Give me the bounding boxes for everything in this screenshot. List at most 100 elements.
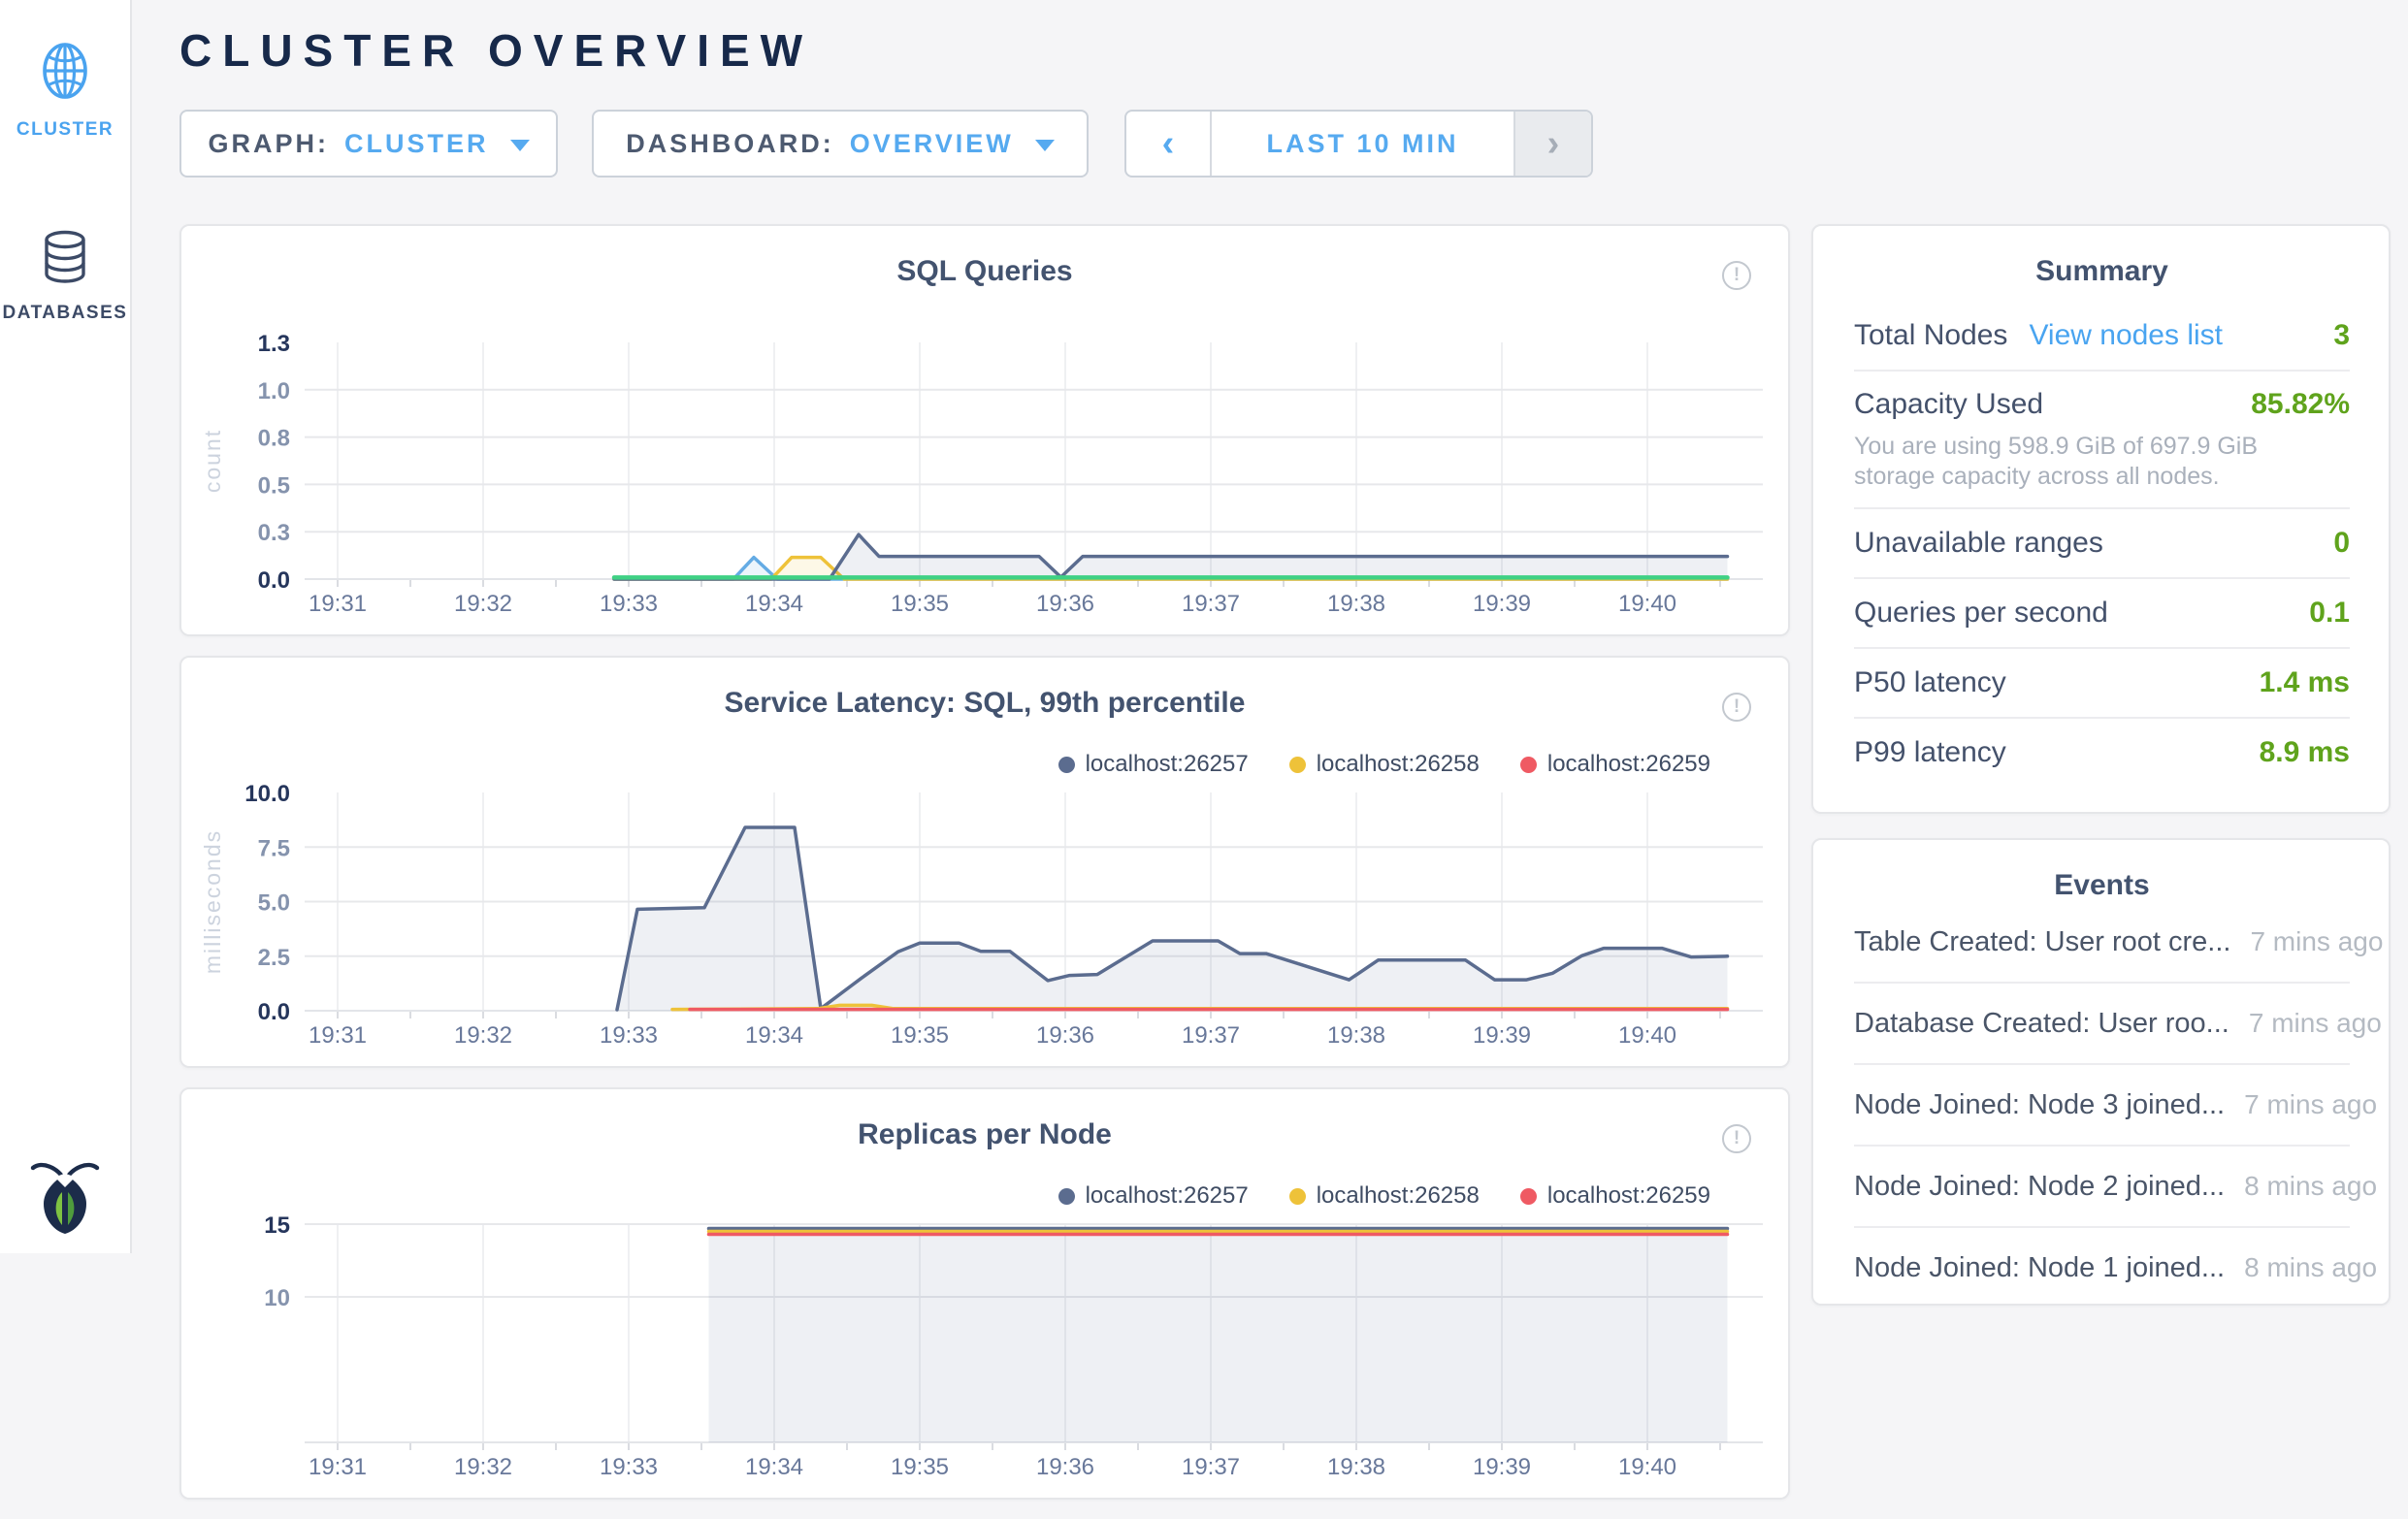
dashboard-dropdown-value: OVERVIEW	[850, 129, 1014, 159]
legend-label: localhost:26259	[1547, 751, 1710, 778]
svg-text:19:37: 19:37	[1182, 1454, 1240, 1480]
svg-text:19:34: 19:34	[745, 591, 803, 617]
svg-text:19:33: 19:33	[600, 1022, 658, 1049]
event-time: 8 mins ago	[2225, 1252, 2377, 1283]
summary-row-unavailable-ranges: Unavailable ranges 0	[1854, 509, 2350, 579]
legend-label: localhost:26258	[1317, 1182, 1480, 1210]
legend-item[interactable]: localhost:26257	[1058, 751, 1249, 778]
svg-text:15: 15	[264, 1212, 290, 1239]
event-text: Database Created: User roo...	[1854, 1008, 2229, 1040]
view-nodes-list-link[interactable]: View nodes list	[2029, 319, 2223, 352]
main-content: CLUSTER OVERVIEW GRAPH: CLUSTER DASHBOAR…	[132, 0, 2408, 1253]
legend-dot-icon	[1058, 757, 1075, 773]
event-row: Node Joined: Node 3 joined... 7 mins ago	[1854, 1065, 2350, 1147]
legend-item[interactable]: localhost:26259	[1520, 751, 1710, 778]
charts-column: 19:31 19:32 19:33 19:34 19:35 19:36 19:37 19:38…	[179, 224, 1790, 1519]
sidebar-item-label: CLUSTER	[16, 119, 114, 141]
svg-text:0.5: 0.5	[258, 472, 290, 499]
svg-text:19:35: 19:35	[891, 1454, 949, 1480]
service-latency-plot: 19:3119:3219:3319:3419:3519:3619:3719:38…	[181, 658, 1792, 1070]
svg-text:19:39: 19:39	[1473, 1022, 1531, 1049]
svg-text:19:31: 19:31	[309, 591, 367, 617]
legend-item[interactable]: localhost:26259	[1520, 1182, 1710, 1210]
svg-text:19:34: 19:34	[745, 1022, 803, 1049]
p99-latency-label: P99 latency	[1854, 736, 2006, 769]
summary-row-capacity: Capacity Used 85.82% You are using 598.9…	[1854, 372, 2350, 509]
svg-text:19:33: 19:33	[600, 1454, 658, 1480]
svg-text:19:37: 19:37	[1182, 1022, 1240, 1049]
dashboard-dropdown[interactable]: DASHBOARD: OVERVIEW	[592, 110, 1089, 178]
legend-dot-icon	[1289, 1188, 1306, 1205]
legend-item[interactable]: localhost:26258	[1289, 751, 1480, 778]
event-row: Database Created: User roo... 7 mins ago	[1854, 984, 2350, 1065]
sidebar: CLUSTER DATABASES	[0, 0, 132, 1253]
svg-text:10.0: 10.0	[244, 781, 290, 807]
svg-text:0.8: 0.8	[258, 426, 290, 452]
qps-value: 0.1	[2309, 597, 2350, 630]
capacity-label: Capacity Used	[1854, 388, 2043, 421]
svg-text:19:34: 19:34	[745, 1454, 803, 1480]
time-prev-button[interactable]: ‹	[1126, 112, 1212, 176]
total-nodes-value: 3	[2333, 319, 2350, 352]
svg-text:0.3: 0.3	[258, 520, 290, 546]
svg-text:19:36: 19:36	[1036, 1454, 1094, 1480]
events-title: Events	[1854, 840, 2350, 902]
event-time: 8 mins ago	[2225, 1171, 2377, 1202]
svg-text:19:32: 19:32	[454, 1022, 512, 1049]
svg-text:19:32: 19:32	[454, 591, 512, 617]
legend-dot-icon	[1520, 757, 1537, 773]
info-icon[interactable]: !	[1722, 1124, 1751, 1153]
sidebar-item-databases[interactable]: DATABASES	[3, 230, 128, 324]
p50-latency-label: P50 latency	[1854, 666, 2006, 699]
svg-text:19:35: 19:35	[891, 1022, 949, 1049]
summary-panel: Summary Total Nodes View nodes list 3 Ca…	[1811, 224, 2391, 814]
summary-row-p99: P99 latency 8.9 ms	[1854, 719, 2350, 787]
info-icon[interactable]: !	[1722, 693, 1751, 722]
svg-text:count: count	[200, 429, 225, 493]
graph-dropdown-value: CLUSTER	[344, 129, 489, 159]
legend-item[interactable]: localhost:26258	[1289, 1182, 1480, 1210]
database-icon	[42, 230, 88, 289]
capacity-description: You are using 598.9 GiB of 697.9 GiB sto…	[1854, 432, 2344, 492]
event-time: 7 mins ago	[2230, 926, 2383, 957]
sql-queries-plot: 19:3119:3219:3319:3419:3519:3619:3719:38…	[181, 226, 1792, 638]
graph-dropdown[interactable]: GRAPH: CLUSTER	[179, 110, 558, 178]
event-text: Node Joined: Node 2 joined...	[1854, 1171, 2225, 1203]
page-title: CLUSTER OVERVIEW	[179, 23, 2408, 78]
legend-label: localhost:26258	[1317, 751, 1480, 778]
events-panel: Events Table Created: User root cre... 7…	[1811, 838, 2391, 1306]
info-icon[interactable]: !	[1722, 261, 1751, 290]
graph-dropdown-label: GRAPH:	[209, 129, 330, 159]
legend-item[interactable]: localhost:26257	[1058, 1182, 1249, 1210]
chart-card-sql-queries: 19:3119:3219:3319:3419:3519:3619:3719:38…	[179, 224, 1790, 636]
capacity-value: 85.82%	[2251, 388, 2350, 421]
time-range-label[interactable]: LAST 10 MIN	[1212, 112, 1513, 176]
time-next-button[interactable]: ›	[1513, 112, 1591, 176]
event-text: Node Joined: Node 1 joined...	[1854, 1252, 2225, 1284]
p50-latency-value: 1.4 ms	[2260, 666, 2350, 699]
event-time: 7 mins ago	[2225, 1089, 2377, 1120]
sidebar-item-cluster[interactable]: CLUSTER	[16, 41, 114, 141]
svg-text:19:38: 19:38	[1327, 1022, 1385, 1049]
svg-text:10: 10	[264, 1285, 290, 1311]
app-root: CLUSTER DATABASES	[0, 0, 2408, 1253]
legend-dot-icon	[1058, 1188, 1075, 1205]
summary-row-total-nodes: Total Nodes View nodes list 3	[1854, 302, 2350, 372]
summary-row-p50: P50 latency 1.4 ms	[1854, 649, 2350, 719]
legend-label: localhost:26257	[1086, 1182, 1249, 1210]
event-row: Node Joined: Node 2 joined... 8 mins ago	[1854, 1147, 2350, 1228]
chart-legend: localhost:26257 localhost:26258 localhost:…	[1058, 751, 1710, 778]
p99-latency-value: 8.9 ms	[2260, 736, 2350, 769]
dashboard-dropdown-label: DASHBOARD:	[626, 129, 834, 159]
chart-card-service-latency: 19:3119:3219:3319:3419:3519:3619:3719:38…	[179, 656, 1790, 1068]
svg-text:milliseconds: milliseconds	[200, 829, 225, 974]
svg-text:19:32: 19:32	[454, 1454, 512, 1480]
svg-text:19:39: 19:39	[1473, 1454, 1531, 1480]
svg-text:19:38: 19:38	[1327, 591, 1385, 617]
legend-dot-icon	[1289, 757, 1306, 773]
svg-text:19:40: 19:40	[1618, 1022, 1676, 1049]
svg-text:19:36: 19:36	[1036, 1022, 1094, 1049]
legend-dot-icon	[1520, 1188, 1537, 1205]
event-row: Table Created: User root cre... 7 mins a…	[1854, 902, 2350, 984]
event-row: Node Joined: Node 1 joined... 8 mins ago	[1854, 1228, 2350, 1306]
